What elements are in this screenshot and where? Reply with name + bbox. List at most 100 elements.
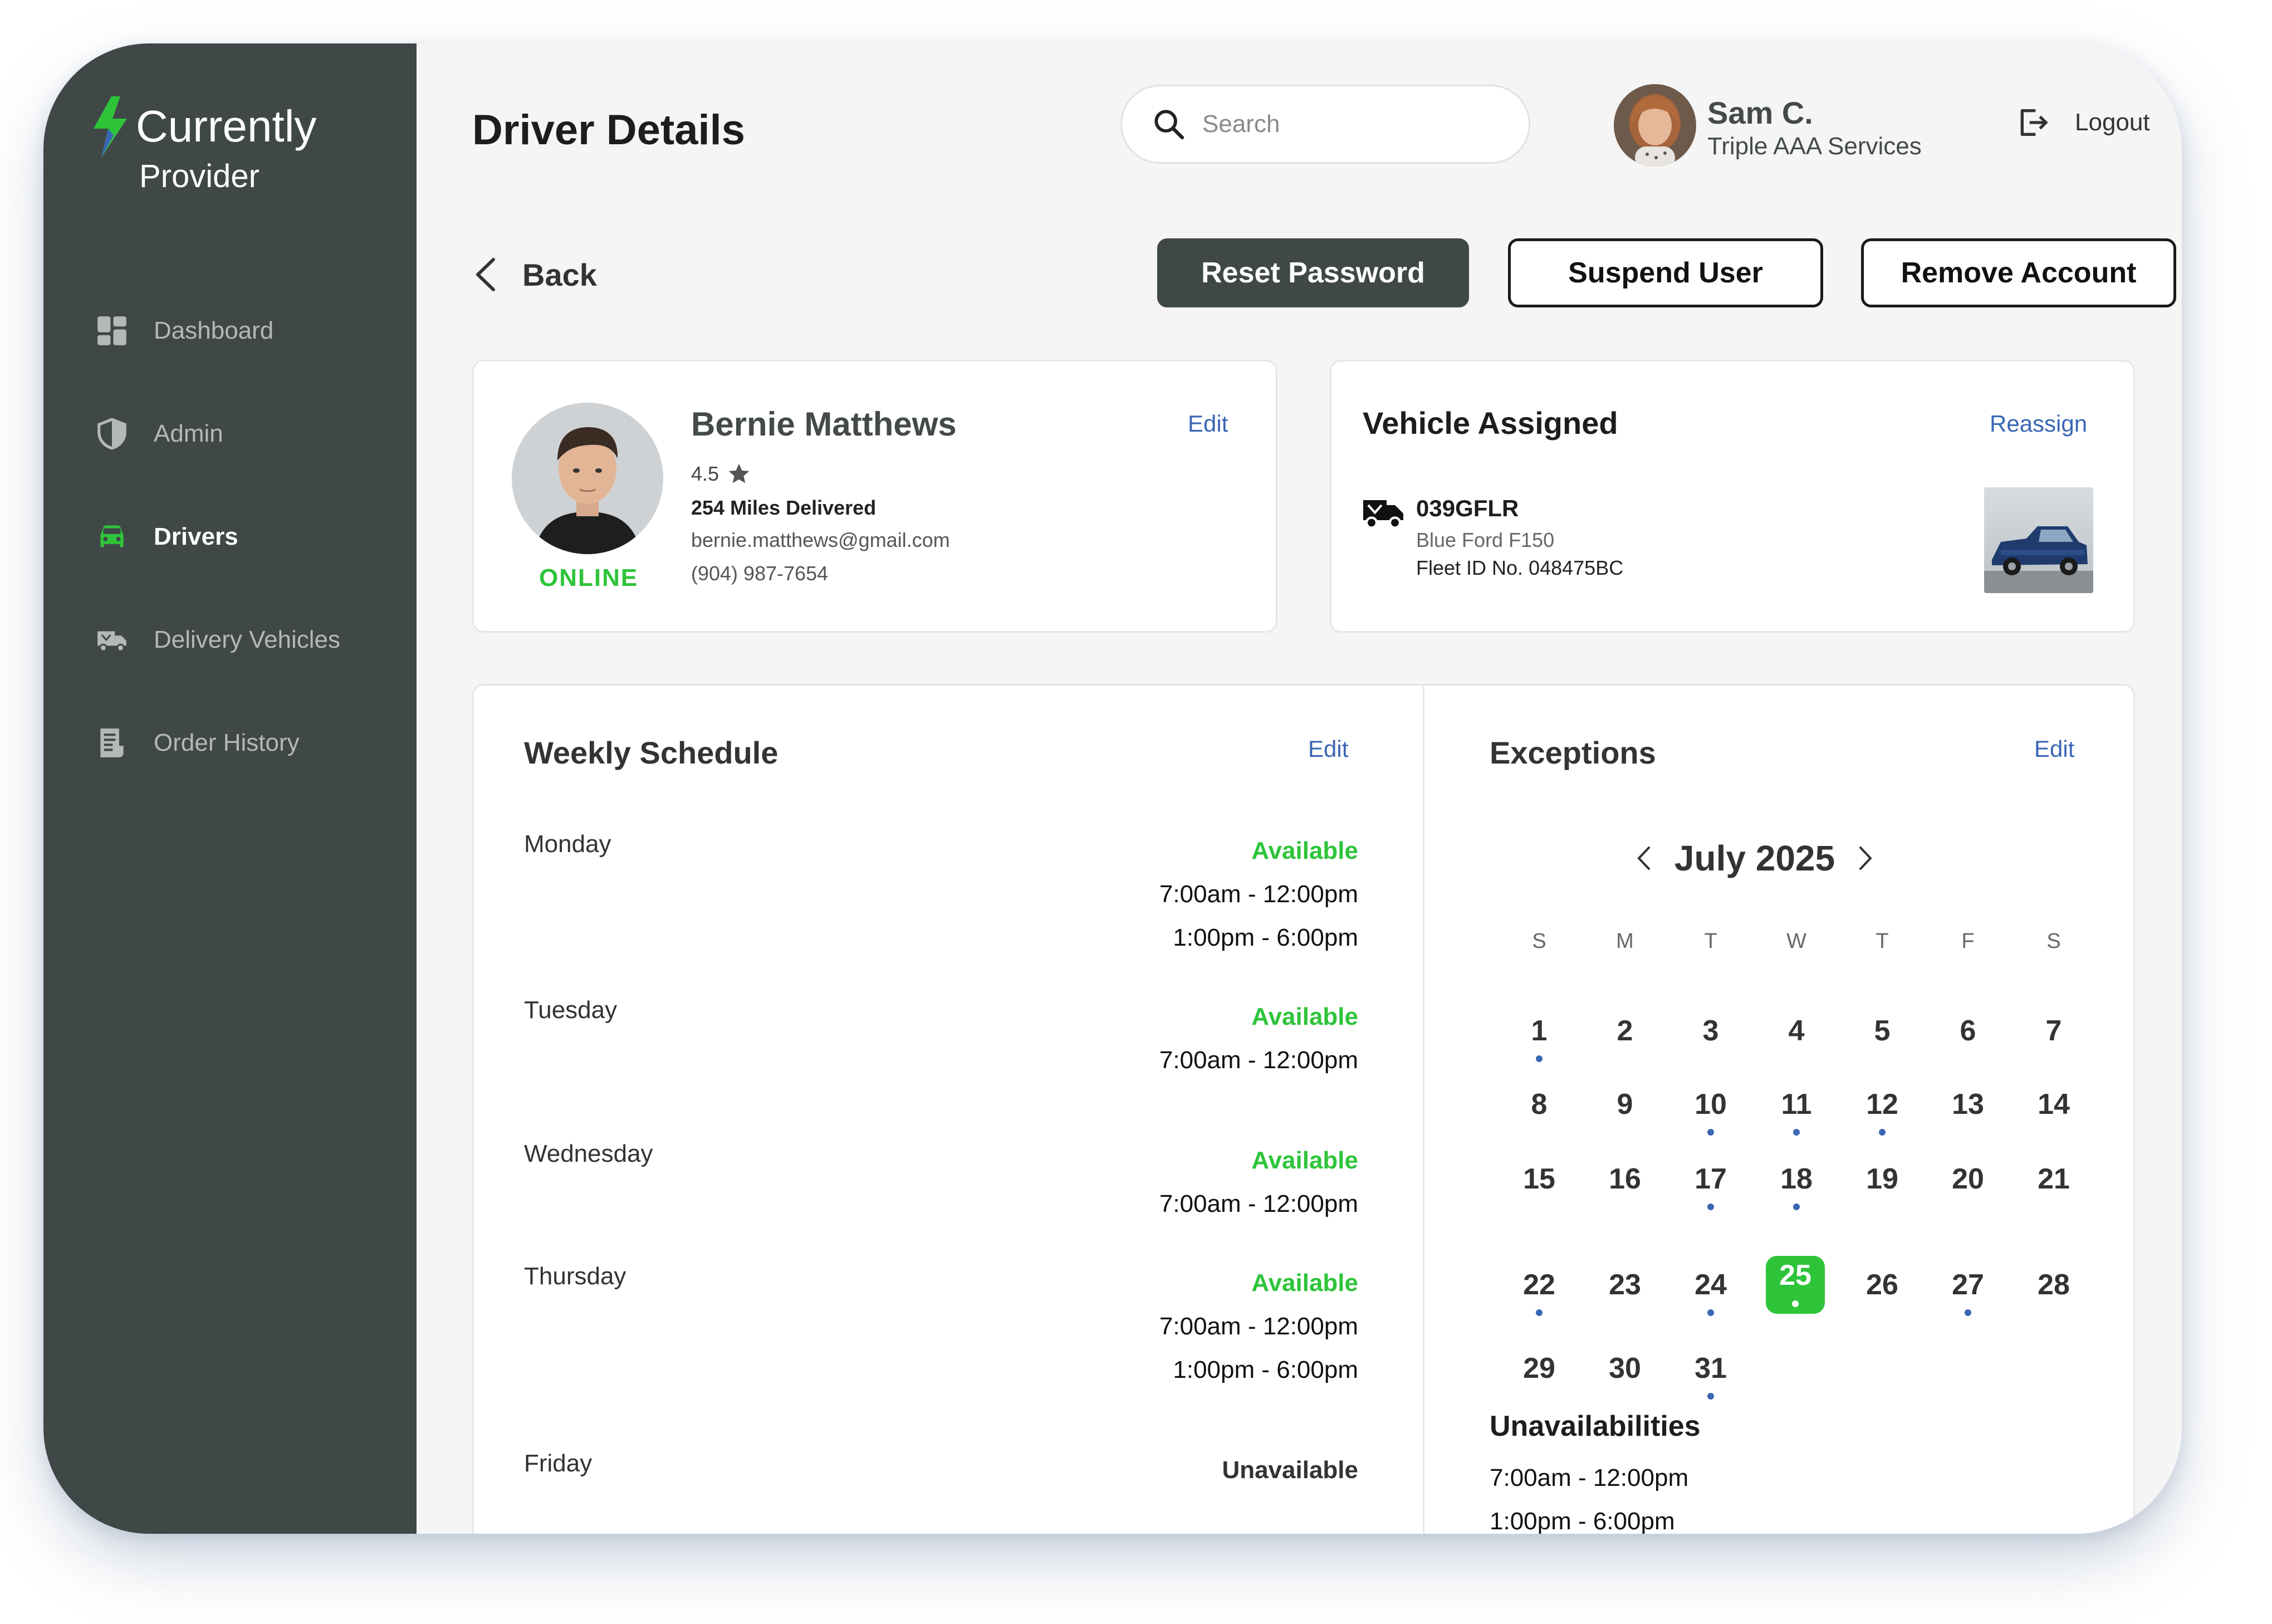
sidebar-item-drivers[interactable]: Drivers	[94, 515, 238, 559]
calendar-day[interactable]: 19	[1852, 1162, 1913, 1196]
weekday-header: T	[1876, 930, 1889, 953]
sidebar-item-label: Drivers	[154, 523, 238, 550]
calendar-day[interactable]: 17	[1680, 1162, 1741, 1210]
calendar-day[interactable]: 21	[2023, 1162, 2084, 1196]
calendar-day[interactable]: 2	[1594, 1014, 1656, 1048]
exception-marker-dot	[1707, 1393, 1714, 1400]
calendar-day-number: 14	[2038, 1088, 2070, 1121]
calendar-day[interactable]: 31	[1680, 1352, 1741, 1400]
schedule-time-slot: 7:00am - 12:00pm	[1159, 1046, 1358, 1074]
exceptions-title: Exceptions	[1490, 735, 1656, 770]
chevron-left-icon[interactable]	[1636, 844, 1652, 872]
reassign-link[interactable]: Reassign	[1990, 410, 2087, 437]
driver-rating: 4.5	[691, 462, 751, 486]
delivery-truck-icon	[1363, 500, 1403, 529]
calendar-day[interactable]: 14	[2023, 1088, 2084, 1121]
unavailability-slot: 7:00am - 12:00pm	[1490, 1464, 1689, 1491]
receipt-icon	[94, 725, 130, 761]
calendar-day-number: 5	[1874, 1015, 1891, 1047]
vehicle-model: Blue Ford F150	[1416, 529, 1555, 551]
suspend-user-button[interactable]: Suspend User	[1508, 238, 1823, 307]
exception-marker-dot	[1536, 1055, 1543, 1062]
unavailability-slot: 1:00pm - 6:00pm	[1490, 1508, 1675, 1534]
calendar-day-number: 26	[1866, 1269, 1898, 1301]
calendar-day-number: 10	[1695, 1088, 1727, 1121]
search-bar[interactable]	[1120, 85, 1530, 164]
calendar-day[interactable]: 24	[1680, 1268, 1741, 1316]
calendar-day-number: 27	[1952, 1269, 1984, 1301]
chevron-right-icon[interactable]	[1857, 844, 1874, 872]
calendar-day[interactable]: 28	[2023, 1268, 2084, 1302]
exception-marker-dot	[1793, 1204, 1800, 1210]
calendar-day[interactable]: 10	[1680, 1088, 1741, 1136]
calendar-day[interactable]: 13	[1937, 1088, 1999, 1121]
calendar-day[interactable]: 22	[1509, 1268, 1570, 1316]
logout-label: Logout	[2075, 109, 2150, 136]
calendar-day[interactable]: 8	[1509, 1088, 1570, 1121]
schedule-day-label: Friday	[524, 1450, 593, 1477]
calendar-day[interactable]: 16	[1594, 1162, 1656, 1196]
edit-exceptions-link[interactable]: Edit	[2034, 736, 2074, 762]
sidebar-item-admin[interactable]: Admin	[94, 412, 223, 456]
exception-marker-dot	[1707, 1204, 1714, 1210]
remove-account-button[interactable]: Remove Account	[1861, 238, 2176, 307]
back-label: Back	[522, 257, 597, 292]
edit-driver-link[interactable]: Edit	[1188, 410, 1228, 437]
calendar-day-number: 8	[1531, 1088, 1548, 1121]
calendar-day[interactable]: 30	[1594, 1352, 1656, 1385]
bolt-icon	[94, 96, 127, 158]
month-navigator: July 2025	[1615, 830, 1894, 886]
unavailabilities-title: Unavailabilities	[1490, 1410, 1701, 1442]
calendar-day-number: 18	[1780, 1163, 1813, 1195]
sidebar-item-delivery-vehicles[interactable]: Delivery Vehicles	[94, 618, 340, 662]
exception-marker-dot	[1707, 1129, 1714, 1136]
schedule-day-label: Thursday	[524, 1263, 626, 1290]
vehicle-plate: 039GFLR	[1416, 495, 1519, 521]
calendar-day-selected[interactable]: 25	[1766, 1256, 1825, 1314]
calendar-day-number: 1	[1531, 1015, 1548, 1047]
calendar-day[interactable]: 4	[1766, 1014, 1827, 1048]
schedule-time-slot: 1:00pm - 6:00pm	[1173, 1356, 1358, 1383]
calendar-day-number: 12	[1866, 1088, 1898, 1121]
calendar-day[interactable]: 15	[1509, 1162, 1570, 1196]
calendar-day[interactable]: 20	[1937, 1162, 1999, 1196]
calendar-day[interactable]: 11	[1766, 1088, 1827, 1136]
calendar-day[interactable]: 5	[1852, 1014, 1913, 1048]
calendar-day[interactable]: 18	[1766, 1162, 1827, 1210]
calendar-day[interactable]: 23	[1594, 1268, 1656, 1302]
vehicle-card-title: Vehicle Assigned	[1363, 405, 1618, 441]
calendar-day[interactable]: 12	[1852, 1088, 1913, 1136]
calendar-day[interactable]: 26	[1852, 1268, 1913, 1302]
schedule-status: Available	[1251, 837, 1358, 864]
logout-button[interactable]: Logout	[2015, 105, 2150, 140]
calendar-day[interactable]: 9	[1594, 1088, 1656, 1121]
calendar-day[interactable]: 7	[2023, 1014, 2084, 1048]
calendar-day-number: 21	[2038, 1163, 2070, 1195]
schedule-time-slot: 7:00am - 12:00pm	[1159, 1313, 1358, 1340]
calendar-day[interactable]: 3	[1680, 1014, 1741, 1048]
calendar-day[interactable]: 29	[1509, 1352, 1570, 1385]
user-avatar[interactable]	[1614, 84, 1696, 167]
sidebar-item-dashboard[interactable]: Dashboard	[94, 309, 273, 353]
driver-card: ONLINE Bernie Matthews 4.5 254 Miles Del…	[472, 360, 1277, 633]
driver-avatar	[512, 403, 663, 554]
section-divider	[1423, 686, 1424, 1534]
schedule-time-slot: 7:00am - 12:00pm	[1159, 881, 1358, 908]
dashboard-icon	[94, 312, 130, 349]
logout-icon	[2020, 109, 2048, 136]
calendar-day-number: 20	[1952, 1163, 1984, 1195]
sidebar-item-order-history[interactable]: Order History	[94, 721, 300, 765]
back-button[interactable]: Back	[472, 256, 597, 293]
calendar-day-number: 9	[1617, 1088, 1633, 1121]
schedule-day-label: Tuesday	[524, 996, 618, 1024]
calendar-day[interactable]: 1	[1509, 1014, 1570, 1062]
schedule-status: Available	[1251, 1147, 1358, 1174]
calendar-day-number: 29	[1523, 1352, 1555, 1385]
edit-schedule-link[interactable]: Edit	[1308, 736, 1348, 762]
calendar-day[interactable]: 6	[1937, 1014, 1999, 1048]
month-label: July 2025	[1674, 838, 1835, 878]
reset-password-button[interactable]: Reset Password	[1157, 238, 1469, 307]
calendar-day[interactable]: 27	[1937, 1268, 1999, 1316]
search-input[interactable]	[1202, 110, 1503, 138]
calendar-day-number: 4	[1788, 1015, 1805, 1047]
